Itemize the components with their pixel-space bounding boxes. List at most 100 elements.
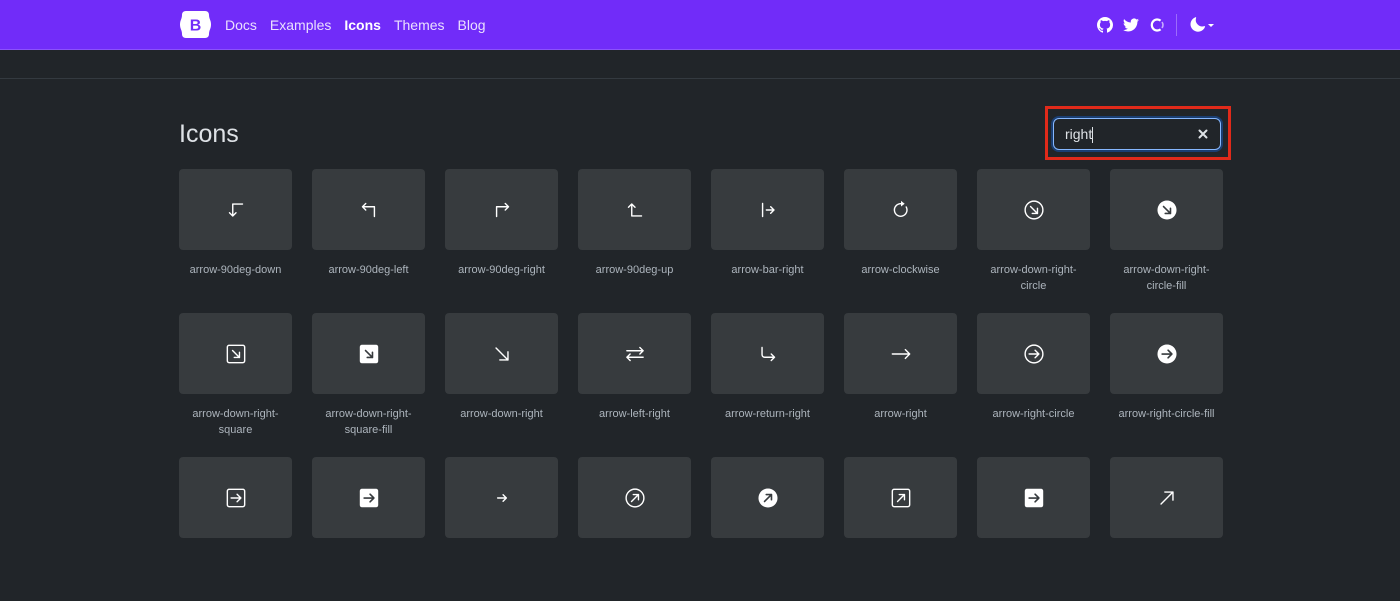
arrow-90deg-right-icon bbox=[495, 202, 509, 217]
icon-tile[interactable] bbox=[312, 169, 425, 250]
arrow-up-right-square-fill-icon bbox=[1024, 488, 1043, 507]
arrow-right-square-icon bbox=[226, 488, 245, 507]
icon-card[interactable]: arrow-left-right bbox=[578, 313, 691, 457]
icon-tile[interactable] bbox=[844, 169, 957, 250]
icon-card[interactable]: arrow-90deg-right bbox=[445, 169, 558, 313]
icon-tile[interactable] bbox=[977, 169, 1090, 250]
sub-navbar bbox=[0, 50, 1400, 79]
nav-link-docs[interactable]: Docs bbox=[225, 17, 257, 33]
arrow-bar-right-icon bbox=[761, 202, 775, 217]
icon-tile[interactable] bbox=[977, 313, 1090, 394]
arrow-return-right-icon bbox=[760, 346, 775, 361]
icon-tile[interactable] bbox=[977, 457, 1090, 538]
nav-link-examples[interactable]: Examples bbox=[270, 17, 331, 33]
arrow-up-right-square-icon bbox=[891, 488, 910, 507]
icon-label: arrow-down-right-circle bbox=[990, 264, 1077, 292]
nav-link-themes[interactable]: Themes bbox=[394, 17, 445, 33]
icon-tile[interactable] bbox=[711, 457, 824, 538]
icon-tile[interactable] bbox=[445, 313, 558, 394]
twitter-icon[interactable] bbox=[1123, 17, 1139, 33]
arrow-down-right-square-fill-icon bbox=[359, 344, 378, 363]
icon-label: arrow-down-right-square-fill bbox=[325, 408, 412, 436]
icon-card[interactable] bbox=[1110, 457, 1223, 601]
icon-label: arrow-right-circle bbox=[992, 408, 1075, 420]
arrow-90deg-up-icon bbox=[627, 202, 642, 217]
icon-label: arrow-90deg-down bbox=[189, 264, 282, 276]
icon-tile[interactable] bbox=[578, 169, 691, 250]
icon-tile[interactable] bbox=[844, 313, 957, 394]
github-icon[interactable] bbox=[1097, 17, 1113, 33]
arrow-down-right-icon bbox=[494, 346, 509, 361]
icon-card[interactable] bbox=[977, 457, 1090, 601]
icon-card[interactable] bbox=[312, 457, 425, 601]
icon-card[interactable]: arrow-down-right bbox=[445, 313, 558, 457]
icon-tile[interactable] bbox=[445, 457, 558, 538]
icon-card[interactable]: arrow-90deg-down bbox=[179, 169, 292, 313]
icon-tile[interactable] bbox=[179, 169, 292, 250]
bootstrap-logo-icon[interactable]: B bbox=[180, 11, 211, 38]
icon-card[interactable]: arrow-right bbox=[844, 313, 957, 457]
icon-tile[interactable] bbox=[1110, 457, 1223, 538]
icon-label: arrow-right-circle-fill bbox=[1118, 408, 1215, 420]
icon-tile[interactable] bbox=[578, 457, 691, 538]
icon-card[interactable] bbox=[578, 457, 691, 601]
arrow-clockwise-icon bbox=[893, 200, 908, 217]
search-box[interactable] bbox=[1053, 118, 1221, 150]
arrow-down-right-circle-fill-icon bbox=[1156, 199, 1177, 220]
icon-tile[interactable] bbox=[578, 313, 691, 394]
arrow-90deg-down-icon bbox=[228, 202, 243, 217]
arrow-up-right-circle-fill-icon bbox=[757, 487, 778, 508]
arrow-right-short-icon bbox=[496, 493, 507, 502]
icon-card[interactable]: arrow-return-right bbox=[711, 313, 824, 457]
nav-link-blog[interactable]: Blog bbox=[458, 17, 486, 33]
theme-toggle-icon[interactable] bbox=[1190, 17, 1216, 33]
icon-card[interactable]: arrow-right-circle-fill bbox=[1110, 313, 1223, 457]
icon-tile[interactable] bbox=[1110, 313, 1223, 394]
arrow-left-right-icon bbox=[625, 346, 644, 361]
icon-label: arrow-down-right-square bbox=[192, 408, 279, 436]
icon-card[interactable]: arrow-90deg-left bbox=[312, 169, 425, 313]
icon-tile[interactable] bbox=[445, 169, 558, 250]
icon-label: arrow-down-right bbox=[460, 408, 543, 420]
arrow-right-icon bbox=[891, 348, 910, 359]
icon-grid: arrow-90deg-down arrow-90deg-left arrow-90… bbox=[179, 169, 1223, 601]
icon-card[interactable]: arrow-bar-right bbox=[711, 169, 824, 313]
brand-letter: B bbox=[190, 18, 202, 35]
arrow-right-circle-fill-icon bbox=[1156, 343, 1177, 364]
arrow-up-right-icon bbox=[1159, 490, 1174, 505]
icon-tile[interactable] bbox=[711, 169, 824, 250]
icon-tile[interactable] bbox=[179, 313, 292, 394]
icon-card[interactable]: arrow-down-right-circle bbox=[977, 169, 1090, 313]
search-input[interactable] bbox=[1065, 125, 1190, 143]
icon-tile[interactable] bbox=[711, 313, 824, 394]
icon-card[interactable]: arrow-clockwise bbox=[844, 169, 957, 313]
icon-card[interactable] bbox=[711, 457, 824, 601]
icon-card[interactable]: arrow-down-right-circle-fill bbox=[1110, 169, 1223, 313]
icon-tile[interactable] bbox=[179, 457, 292, 538]
icon-tile[interactable] bbox=[312, 457, 425, 538]
icon-label: arrow-right bbox=[874, 408, 927, 420]
icon-tile[interactable] bbox=[844, 457, 957, 538]
icon-tile[interactable] bbox=[312, 313, 425, 394]
icon-tile[interactable] bbox=[1110, 169, 1223, 250]
main-nav: Docs Examples Icons Themes Blog bbox=[225, 0, 499, 50]
arrow-down-right-square-icon bbox=[226, 344, 245, 363]
arrow-down-right-circle-icon bbox=[1023, 199, 1044, 220]
top-navbar: B Docs Examples Icons Themes Blog bbox=[0, 0, 1400, 50]
arrow-right-square-fill-icon bbox=[359, 488, 378, 507]
icon-card[interactable] bbox=[179, 457, 292, 601]
opencollective-icon[interactable] bbox=[1149, 17, 1165, 33]
icon-card[interactable]: arrow-down-right-square-fill bbox=[312, 313, 425, 457]
clear-search-icon[interactable] bbox=[1197, 128, 1209, 140]
icon-card[interactable] bbox=[445, 457, 558, 601]
icon-label: arrow-bar-right bbox=[731, 264, 804, 276]
icon-card[interactable]: arrow-90deg-up bbox=[578, 169, 691, 313]
icon-card[interactable] bbox=[844, 457, 957, 601]
arrow-90deg-left-icon bbox=[361, 202, 375, 217]
icon-card[interactable]: arrow-down-right-square bbox=[179, 313, 292, 457]
nav-link-icons[interactable]: Icons bbox=[344, 17, 381, 33]
page-title: Icons bbox=[179, 120, 239, 148]
icon-card[interactable]: arrow-right-circle bbox=[977, 313, 1090, 457]
icon-label: arrow-left-right bbox=[599, 408, 670, 420]
nav-divider bbox=[1176, 14, 1177, 36]
